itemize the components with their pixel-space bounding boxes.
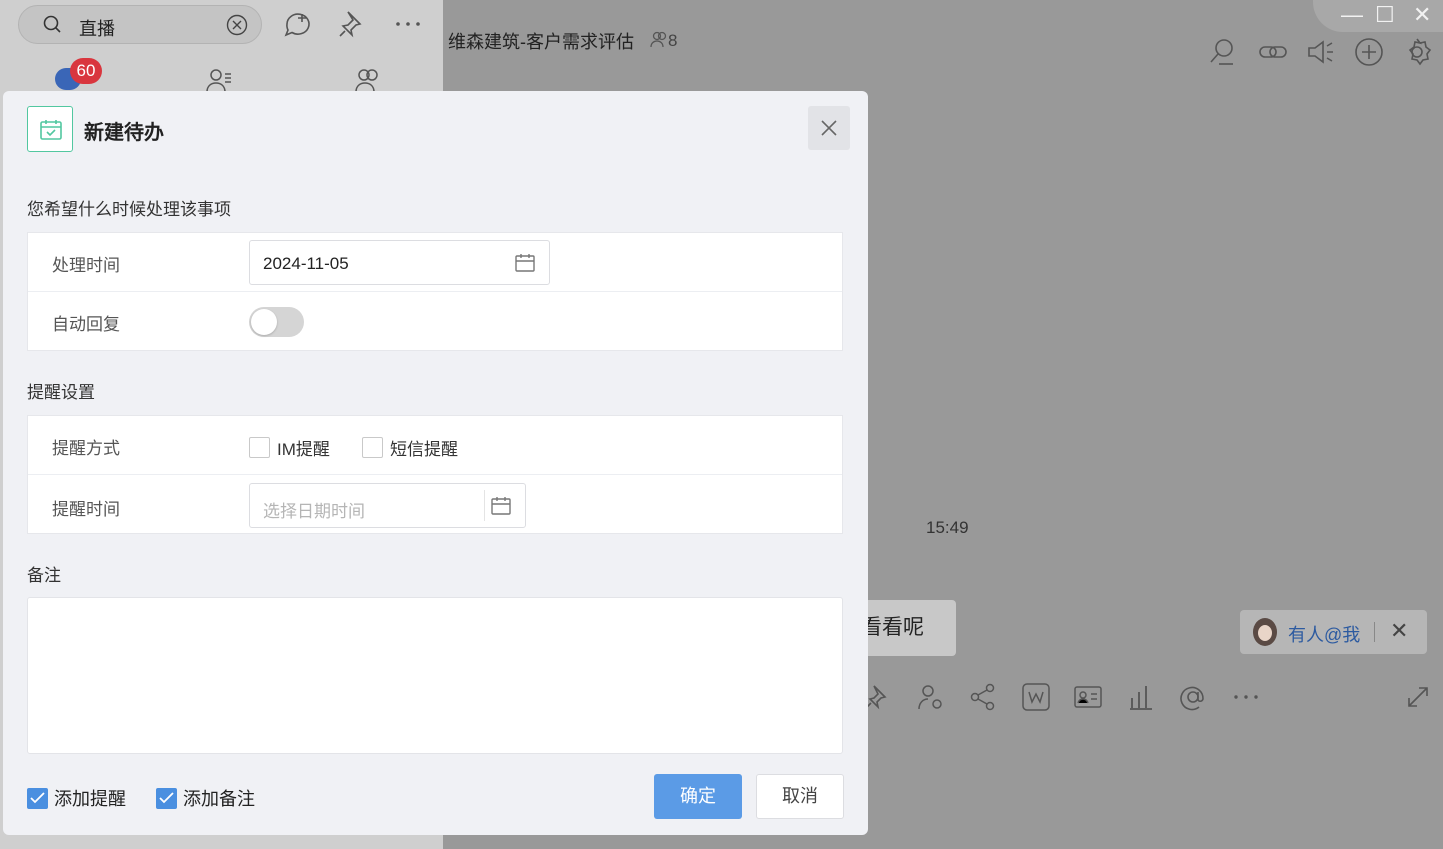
auto-reply-label: 自动回复 (52, 315, 120, 334)
dialog-title: 新建待办 (84, 122, 164, 144)
more-icon[interactable] (392, 8, 424, 40)
reminder-time-label: 提醒时间 (52, 500, 120, 519)
member-count[interactable]: 8 (650, 30, 677, 51)
reminder-method-row: 提醒方式 IM提醒 短信提醒 (28, 416, 842, 474)
share-icon[interactable] (968, 682, 998, 712)
add-reminder-checkbox[interactable]: 添加提醒 (27, 785, 126, 811)
dialog-close-button[interactable] (808, 106, 850, 150)
announcement-icon[interactable] (1305, 36, 1337, 68)
more-tools-icon[interactable] (1231, 682, 1261, 712)
check-icon (159, 791, 174, 803)
checkbox-box[interactable] (362, 437, 383, 458)
toggle-knob (251, 309, 277, 335)
auto-reply-toggle[interactable] (249, 307, 304, 337)
poll-chart-icon[interactable] (1126, 682, 1156, 712)
unread-badge: 60 (70, 58, 102, 84)
avatar (1253, 618, 1277, 646)
reminder-time-placeholder: 选择日期时间 (263, 502, 365, 521)
process-time-row: 处理时间 2024-11-05 (28, 233, 842, 291)
at-me-notice[interactable]: 有人@我 ✕ (1240, 610, 1427, 654)
divider (1374, 622, 1375, 642)
calendar-check-icon (27, 106, 73, 152)
sms-reminder-checkbox[interactable]: 短信提醒 (362, 435, 458, 460)
add-reminder-label: 添加提醒 (54, 789, 126, 809)
link-icon[interactable] (1257, 36, 1289, 68)
sms-reminder-label: 短信提醒 (390, 440, 458, 459)
minimize-icon[interactable]: — (1341, 2, 1363, 28)
contacts-icon[interactable] (205, 66, 233, 94)
expand-icon[interactable] (1403, 682, 1433, 712)
process-time-label: 处理时间 (52, 256, 120, 275)
word-doc-icon[interactable] (1021, 682, 1051, 712)
reminder-time-row: 提醒时间 选择日期时间 (28, 474, 842, 532)
add-note-label: 添加备注 (183, 789, 255, 809)
contact-card-icon[interactable] (1073, 682, 1103, 712)
im-reminder-label: IM提醒 (277, 440, 330, 459)
add-note-checkbox[interactable]: 添加备注 (156, 785, 255, 811)
close-notice-icon[interactable]: ✕ (1390, 618, 1408, 644)
message-bubble[interactable]: 看看呢 (855, 600, 956, 656)
add-icon[interactable] (1353, 36, 1385, 68)
note-textarea[interactable] (27, 597, 843, 754)
at-mention-icon[interactable] (1178, 682, 1208, 712)
calendar-icon[interactable] (490, 495, 512, 517)
divider (484, 490, 485, 521)
when-panel: 处理时间 2024-11-05 自动回复 (27, 232, 843, 351)
search-input[interactable]: 直播 (79, 15, 115, 41)
confirm-button[interactable]: 确定 (654, 774, 742, 819)
cancel-button[interactable]: 取消 (756, 774, 844, 819)
search-icon (43, 15, 61, 33)
close-icon (821, 120, 837, 136)
members-icon (650, 31, 667, 48)
reminder-time-input[interactable]: 选择日期时间 (249, 483, 526, 528)
mention-user-icon[interactable] (916, 682, 946, 712)
checkbox-box[interactable] (249, 437, 270, 458)
maximize-icon[interactable]: ☐ (1375, 2, 1395, 28)
section-when-label: 您希望什么时候处理该事项 (27, 200, 231, 219)
calendar-icon[interactable] (514, 252, 536, 274)
at-me-label[interactable]: 有人@我 (1288, 621, 1360, 647)
close-window-icon[interactable]: ✕ (1413, 2, 1431, 28)
section-reminder-label: 提醒设置 (27, 383, 95, 402)
section-note-label: 备注 (27, 566, 61, 585)
check-icon (30, 791, 45, 803)
process-time-input[interactable]: 2024-11-05 (249, 240, 550, 285)
checked-box[interactable] (156, 787, 177, 809)
pin-icon[interactable] (336, 8, 368, 40)
reminder-method-label: 提醒方式 (52, 439, 120, 458)
im-reminder-checkbox[interactable]: IM提醒 (249, 435, 330, 460)
member-count-value: 8 (668, 31, 678, 50)
message-time: 15:49 (926, 518, 969, 537)
reminder-panel: 提醒方式 IM提醒 短信提醒 提醒时间 选择日期时间 (27, 415, 843, 534)
new-todo-dialog: 新建待办 您希望什么时候处理该事项 处理时间 2024-11-05 自动回复 提… (3, 91, 868, 835)
groups-icon[interactable] (354, 66, 382, 94)
process-time-value: 2024-11-05 (263, 254, 349, 273)
clear-search-icon[interactable] (226, 14, 248, 36)
settings-gear-icon[interactable] (1401, 36, 1433, 68)
window-controls: — ☐ ✕ (1313, 0, 1443, 32)
search-chat-icon[interactable] (1207, 36, 1239, 68)
chat-title: 维森建筑-客户需求评估 (448, 32, 634, 52)
checked-box[interactable] (27, 787, 48, 809)
dialog-header: 新建待办 (3, 91, 868, 169)
search-box[interactable]: 直播 (18, 5, 262, 44)
auto-reply-row: 自动回复 (28, 291, 842, 349)
new-chat-icon[interactable] (282, 8, 314, 40)
